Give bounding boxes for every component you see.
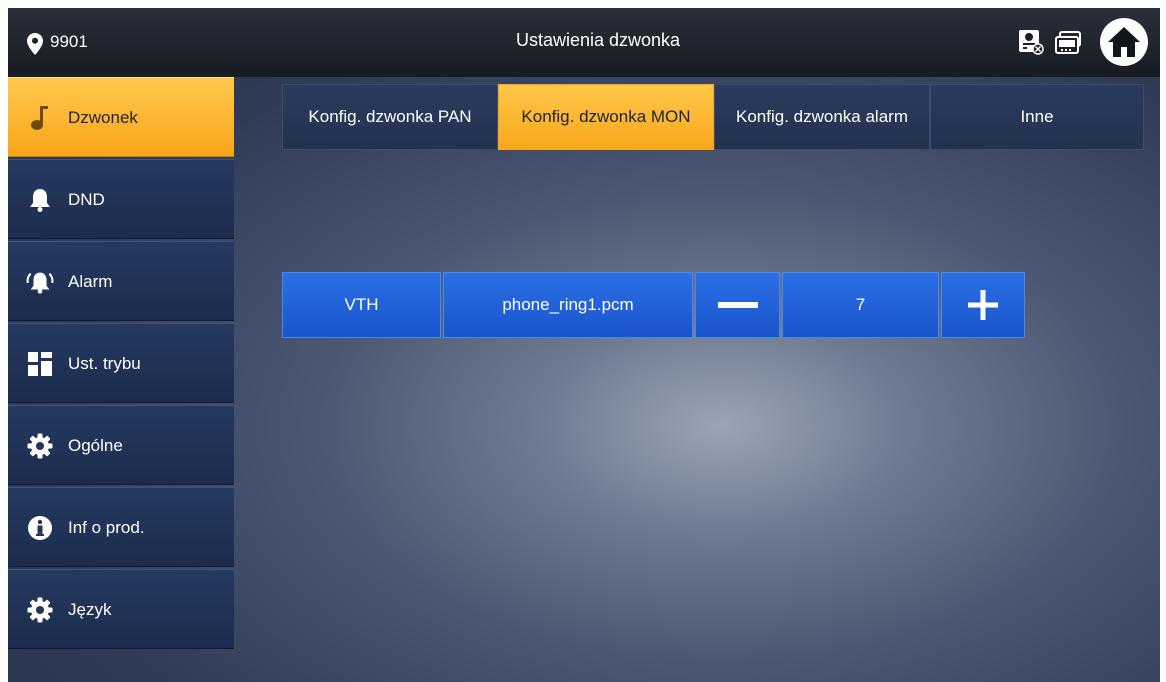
tab-konfig-pan[interactable]: Konfig. dzwonka PAN <box>282 84 498 150</box>
sidebar-item-label: Język <box>68 600 112 619</box>
sidebar-item-ogolne[interactable]: Ogólne <box>8 405 234 485</box>
home-icon <box>1108 27 1140 57</box>
volume-value: 7 <box>782 272 939 338</box>
location-pin-icon <box>27 33 43 55</box>
bell-icon <box>26 186 54 214</box>
volume-increase-button[interactable] <box>941 272 1025 338</box>
gear-icon <box>26 596 54 624</box>
alarm-icon <box>26 268 54 296</box>
sidebar-item-label: Ust. trybu <box>68 354 141 373</box>
sidebar-item-label: DND <box>68 190 105 209</box>
top-bar: 9901 Ustawienia dzwonka <box>8 8 1160 77</box>
sidebar-item-label: Dzwonek <box>68 108 138 127</box>
sidebar-item-dnd[interactable]: DND <box>8 159 234 239</box>
gear-icon <box>26 432 54 460</box>
sidebar-item-label: Ogólne <box>68 436 123 455</box>
vto-status-icon[interactable] <box>1018 29 1044 55</box>
sidebar-item-inf-o-prod[interactable]: Inf o prod. <box>8 487 234 567</box>
info-icon <box>26 514 54 542</box>
page-title: Ustawienia dzwonka <box>515 30 681 50</box>
device-label: VTH <box>282 272 441 338</box>
volume-decrease-button[interactable] <box>695 272 780 338</box>
sidebar-item-ust-trybu[interactable]: Ust. trybu <box>8 323 234 403</box>
ringtone-selector[interactable]: phone_ring1.pcm <box>443 272 693 338</box>
room-number: 9901 <box>50 32 88 51</box>
tab-konfig-alarm[interactable]: Konfig. dzwonka alarm <box>714 84 930 150</box>
ring-setting-row: VTH phone_ring1.pcm 7 <box>282 272 1027 338</box>
tab-inne[interactable]: Inne <box>930 84 1144 150</box>
sidebar-item-jezyk[interactable]: Język <box>8 569 234 649</box>
plus-icon <box>968 290 998 320</box>
sidebar-item-dzwonek[interactable]: Dzwonek <box>8 77 234 157</box>
home-button[interactable] <box>1100 18 1148 66</box>
sidebar-item-label: Alarm <box>68 272 113 291</box>
tab-konfig-mon[interactable]: Konfig. dzwonka MON <box>498 84 714 150</box>
minus-icon <box>717 302 758 308</box>
sidebar: Dzwonek DND Alarm Ust. trybu Ogólne Inf … <box>8 77 234 682</box>
music-note-icon <box>26 104 54 132</box>
mode-grid-icon <box>26 350 54 378</box>
sidebar-item-alarm[interactable]: Alarm <box>8 241 234 321</box>
screen: 9901 Ustawienia dzwonka Dzwonek DND Alar… <box>8 8 1160 682</box>
ring-config-tabs: Konfig. dzwonka PAN Konfig. dzwonka MON … <box>282 84 1144 150</box>
sidebar-item-label: Inf o prod. <box>68 518 145 537</box>
monitor-icon[interactable] <box>1055 31 1083 55</box>
